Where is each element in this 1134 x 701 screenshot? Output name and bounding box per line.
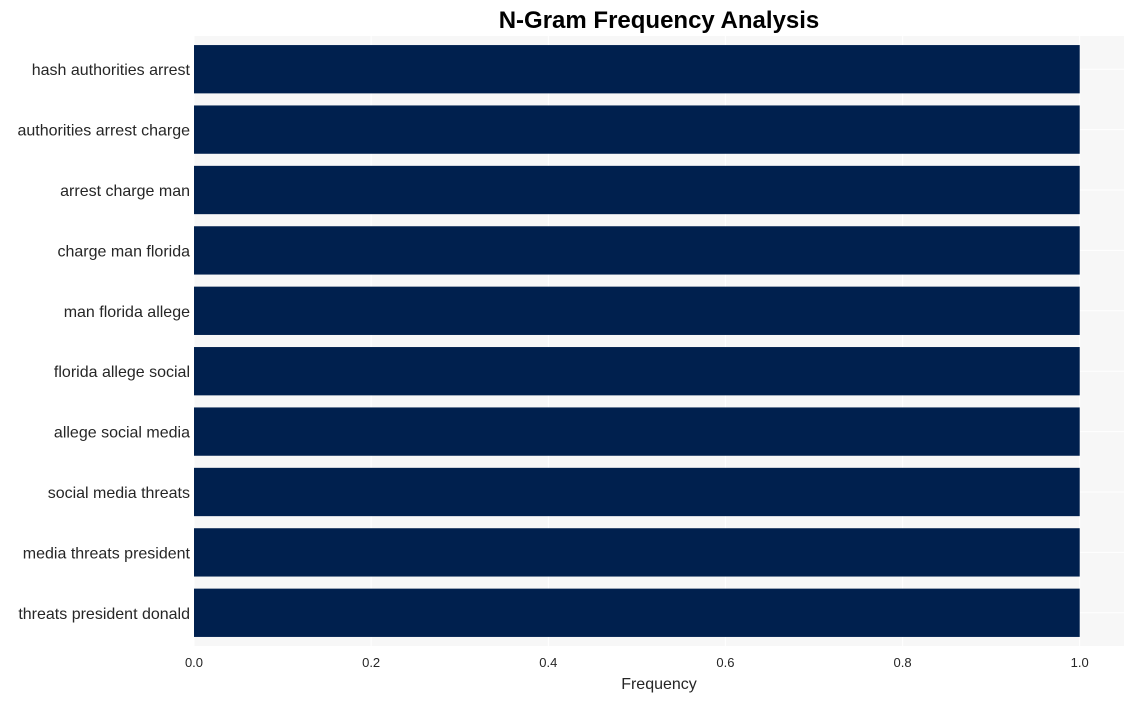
bar: [194, 467, 1080, 517]
y-tick-label: charge man florida: [57, 243, 190, 260]
bar: [194, 407, 1080, 456]
y-tick-label: arrest charge man: [60, 183, 190, 200]
x-tick-label: 0.0: [185, 655, 203, 670]
bar: [194, 588, 1080, 637]
bar: [194, 528, 1080, 577]
ngram-bar-chart: hash authorities arrest authorities arres…: [17, 7, 1124, 693]
x-tick-label: 0.2: [362, 655, 380, 670]
y-tick-label: media threats president: [23, 545, 191, 562]
bar: [194, 286, 1080, 335]
bar: [194, 226, 1080, 275]
x-tick-label: 0.8: [894, 655, 912, 670]
bar: [194, 347, 1080, 396]
bar: [194, 45, 1080, 94]
bar: [194, 105, 1080, 154]
y-tick-label: threats president donald: [18, 606, 190, 623]
y-tick-labels: hash authorities arrest authorities arres…: [17, 62, 190, 623]
y-tick-label: social media threats: [48, 485, 190, 502]
chart-title: N-Gram Frequency Analysis: [499, 7, 820, 34]
x-tick-labels: 0.0 0.2 0.4 0.6 0.8 1.0: [185, 655, 1089, 670]
x-tick-label: 0.6: [716, 655, 734, 670]
bar: [194, 165, 1080, 215]
y-tick-label: hash authorities arrest: [32, 62, 191, 79]
y-tick-label: authorities arrest charge: [17, 123, 190, 140]
y-tick-label: man florida allege: [64, 304, 190, 321]
x-tick-label: 1.0: [1071, 655, 1089, 670]
x-tick-label: 0.4: [539, 655, 557, 670]
x-axis-label: Frequency: [621, 676, 697, 693]
y-tick-label: florida allege social: [54, 364, 190, 381]
y-tick-label: allege social media: [54, 425, 190, 442]
